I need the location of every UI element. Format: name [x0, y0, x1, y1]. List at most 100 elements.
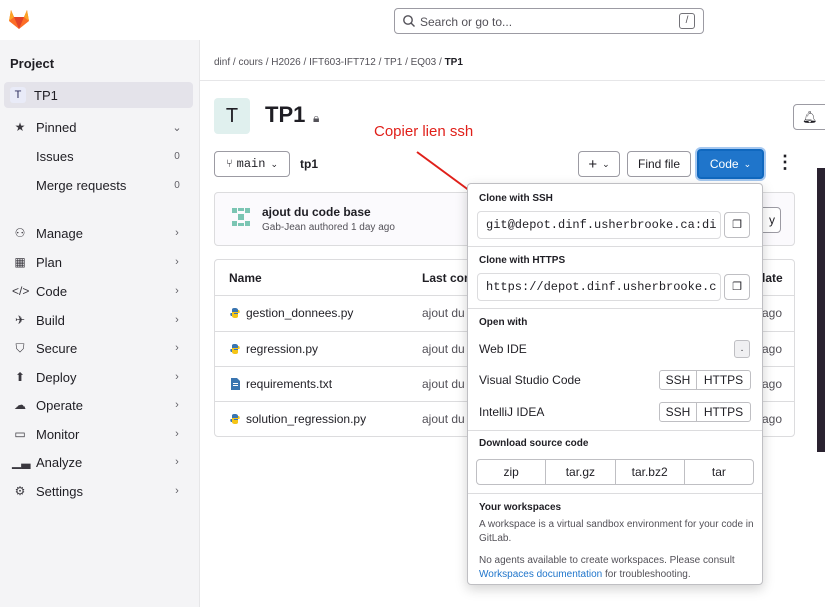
search-box[interactable]: Search or go to... /: [394, 8, 704, 34]
add-menu-button[interactable]: + ⌄: [578, 151, 620, 177]
breadcrumb-item[interactable]: EQ03: [411, 57, 437, 68]
sidebar-item-secure[interactable]: ⛉ Secure ›: [4, 335, 193, 361]
row-date: ago: [762, 377, 783, 391]
more-actions-icon[interactable]: ⋮: [776, 152, 794, 173]
row-date: ago: [762, 412, 783, 426]
project-avatar-small: T: [10, 87, 26, 103]
user-identicon-icon: [232, 208, 250, 226]
sidebar-item-deploy[interactable]: ⬆ Deploy ›: [4, 364, 193, 390]
chevron-right-icon: ›: [175, 456, 179, 468]
notification-bell-button[interactable]: 🔔︎: [793, 104, 825, 130]
sidebar-item-label: Build: [36, 312, 65, 328]
intellij-https-button[interactable]: HTTPS: [696, 402, 751, 422]
breadcrumb: dinf / cours / H2026 / IFT603-IFT712 / T…: [214, 57, 463, 68]
table-row[interactable]: gestion_donnees.py: [229, 306, 353, 320]
intellij-ssh-button[interactable]: SSH: [659, 402, 697, 422]
sidebar-item-label: Monitor: [36, 426, 80, 442]
text-file-icon: [231, 378, 240, 390]
download-tarbz2-button[interactable]: tar.bz2: [616, 460, 685, 484]
issues-count: 0: [174, 150, 180, 162]
workspaces-description: A workspace is a virtual sandbox environ…: [479, 519, 754, 544]
lock-icon: 🔒︎: [313, 111, 320, 125]
clone-https-url-field[interactable]: https://depot.dinf.usherbrooke.c: [477, 273, 721, 301]
download-tar-button[interactable]: tar: [685, 460, 753, 484]
sidebar-item-label: Manage: [36, 225, 83, 241]
chevron-down-icon: ⌄: [743, 158, 752, 169]
sidebar-item-label: Plan: [36, 254, 63, 270]
branch-icon: ⑂: [226, 158, 233, 170]
sidebar-item-code[interactable]: </> Code ›: [4, 278, 193, 304]
sidebar-item-label: Settings: [36, 483, 83, 499]
breadcrumb-item[interactable]: IFT603-IFT712: [309, 57, 376, 68]
breadcrumb-item[interactable]: dinf: [214, 57, 230, 68]
chevron-right-icon: ›: [175, 371, 179, 383]
web-ide-item[interactable]: Web IDE: [479, 342, 527, 356]
gitlab-logo-icon[interactable]: [6, 6, 32, 30]
search-icon: [403, 15, 415, 27]
row-commit[interactable]: ajout du: [422, 342, 465, 356]
sidebar-item-label: Operate: [36, 397, 83, 413]
table-row[interactable]: solution_regression.py: [229, 412, 366, 426]
breadcrumb-item[interactable]: cours: [238, 57, 262, 68]
row-commit[interactable]: ajout du: [422, 306, 465, 320]
gear-icon: ⚙: [14, 484, 26, 498]
row-commit[interactable]: ajout du: [422, 412, 465, 426]
sidebar-item-build[interactable]: ✈ Build ›: [4, 307, 193, 333]
branch-name: main: [236, 157, 266, 171]
find-file-button[interactable]: Find file: [627, 151, 691, 177]
breadcrumb-item[interactable]: H2026: [271, 57, 300, 68]
repo-path[interactable]: tp1: [300, 157, 318, 171]
table-row[interactable]: regression.py: [229, 342, 318, 356]
chevron-right-icon: ›: [175, 285, 179, 297]
annotation-text: Copier lien ssh: [374, 123, 474, 140]
sidebar-item-label: Issues: [36, 148, 74, 164]
sidebar-item-analyze[interactable]: ▁▃ Analyze ›: [4, 449, 193, 475]
workspaces-documentation-link[interactable]: Workspaces documentation: [479, 569, 602, 580]
rocket-icon: ✈: [14, 313, 26, 327]
vscode-item: Visual Studio Code: [479, 373, 581, 387]
sidebar-item-plan[interactable]: ▦ Plan ›: [4, 249, 193, 275]
breadcrumb-item[interactable]: TP1: [384, 57, 402, 68]
code-button[interactable]: Code ⌄: [697, 149, 764, 179]
search-placeholder: Search or go to...: [420, 15, 513, 29]
breadcrumb-current[interactable]: TP1: [445, 57, 463, 68]
vscode-https-button[interactable]: HTTPS: [696, 370, 751, 390]
workspaces-note: No agents available to create workspaces…: [479, 555, 735, 580]
row-date: ago: [762, 306, 783, 320]
sidebar-item-project[interactable]: T TP1: [4, 82, 193, 108]
table-row[interactable]: requirements.txt: [229, 377, 332, 391]
header-divider: [200, 80, 825, 81]
vscode-ssh-button[interactable]: SSH: [659, 370, 697, 390]
sidebar-item-label: Code: [36, 283, 68, 299]
chevron-down-icon: ⌄: [270, 158, 278, 169]
python-file-icon: [230, 308, 240, 318]
commit-meta: Gab-Jean authored 1 day ago: [262, 222, 395, 233]
sidebar-item-monitor[interactable]: ▭ Monitor ›: [4, 421, 193, 447]
row-commit[interactable]: ajout du: [422, 377, 465, 391]
sidebar-item-label: Pinned: [36, 119, 77, 135]
web-ide-shortcut-key: .: [734, 340, 750, 358]
python-file-icon: [230, 414, 240, 424]
intellij-item: IntelliJ IDEA: [479, 405, 545, 419]
sidebar-item-settings[interactable]: ⚙ Settings ›: [4, 478, 193, 504]
copy-https-url-button[interactable]: ❐: [724, 274, 750, 300]
sidebar-item-pinned[interactable]: ★ Pinned ⌄: [4, 114, 193, 140]
users-icon: ⚇: [14, 226, 26, 240]
copy-ssh-url-button[interactable]: ❐: [724, 212, 750, 238]
branch-selector[interactable]: ⑂ main ⌄: [214, 151, 290, 177]
sidebar-item-operate[interactable]: ☁ Operate ›: [4, 392, 193, 418]
chevron-right-icon: ›: [175, 428, 179, 440]
commit-title[interactable]: ajout du code base: [262, 205, 371, 219]
clone-ssh-url-field[interactable]: git@depot.dinf.usherbrooke.ca:di: [477, 211, 721, 239]
calendar-icon: ▦: [14, 255, 26, 269]
download-targz-button[interactable]: tar.gz: [546, 460, 616, 484]
sidebar-item-label: Merge requests: [36, 177, 127, 193]
sidebar-item-manage[interactable]: ⚇ Manage ›: [4, 220, 193, 246]
chart-icon: ▁▃: [12, 455, 31, 469]
download-zip-button[interactable]: zip: [477, 460, 547, 484]
workspaces-label: Your workspaces: [479, 502, 562, 513]
sidebar-item-issues[interactable]: Issues 0: [4, 143, 193, 169]
sidebar-item-merge-requests[interactable]: Merge requests 0: [4, 172, 193, 198]
sidebar-heading: Project: [10, 56, 55, 71]
open-with-label: Open with: [479, 317, 528, 328]
